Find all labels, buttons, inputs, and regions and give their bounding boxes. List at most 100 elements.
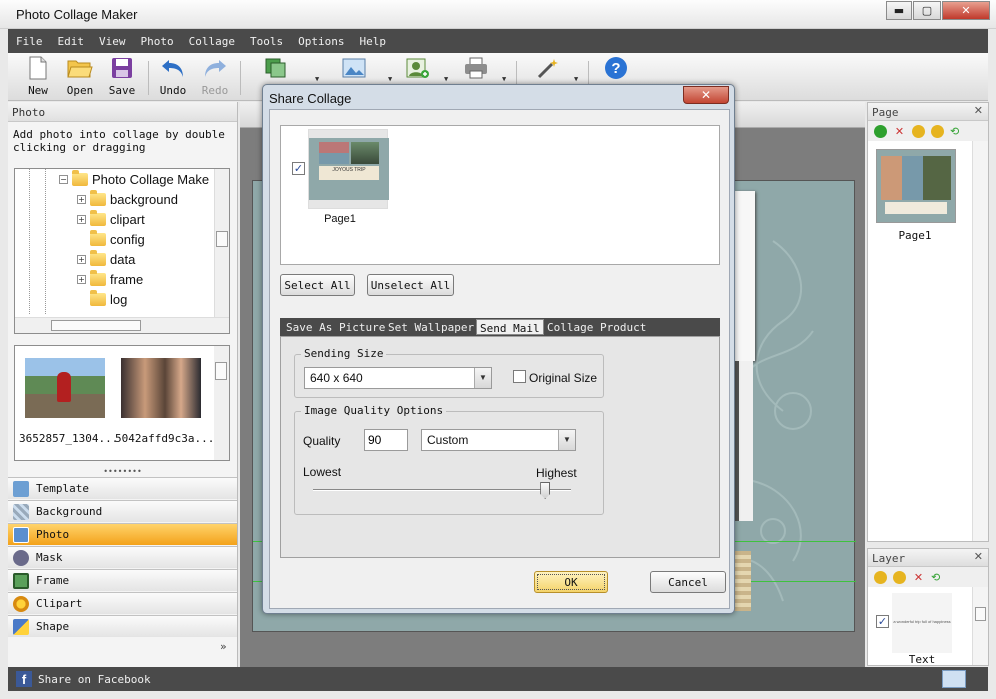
cancel-button[interactable]: Cancel (650, 571, 726, 593)
magic-wand-icon (535, 55, 561, 81)
original-size-checkbox[interactable] (513, 370, 526, 383)
tab-save-as-picture[interactable]: Save As Picture (286, 321, 385, 334)
tree-item-log[interactable]: log (90, 289, 127, 309)
vertical-scrollbar[interactable] (972, 587, 988, 665)
delete-page-icon[interactable]: ✕ (893, 125, 906, 138)
move-up-icon[interactable] (912, 124, 925, 138)
tab-strip: Save As Picture Set Wallpaper Send Mail … (280, 318, 720, 336)
maximize-button[interactable]: ▢ (913, 1, 941, 20)
vertical-scrollbar[interactable] (214, 169, 229, 317)
horizontal-scrollbar[interactable] (15, 317, 229, 333)
slider-thumb[interactable] (540, 482, 551, 499)
scroll-thumb[interactable] (215, 362, 227, 380)
scroll-thumb[interactable] (216, 231, 228, 247)
dialog-close-button[interactable]: ✕ (683, 86, 729, 104)
menu-tools[interactable]: Tools (250, 35, 283, 48)
facebook-icon[interactable]: f (16, 671, 32, 687)
tree-item-frame[interactable]: + frame (77, 269, 143, 289)
add-page-icon[interactable] (874, 124, 887, 138)
quality-slider[interactable] (313, 482, 571, 499)
page1-thumbnail[interactable]: JOYOUS TRIP (308, 129, 389, 209)
photo-thumbnail[interactable] (121, 358, 201, 418)
chevron-down-icon[interactable]: ▼ (474, 368, 491, 388)
chat-icon[interactable] (942, 670, 966, 688)
menu-view[interactable]: View (99, 35, 126, 48)
nav-frame[interactable]: Frame (8, 569, 237, 591)
minimize-button[interactable]: ▬ (886, 1, 912, 20)
refresh-icon[interactable]: ⟲ (950, 125, 963, 138)
share-facebook-link[interactable]: Share on Facebook (38, 673, 151, 686)
tree-item-background[interactable]: + background (77, 189, 178, 209)
unselect-all-button[interactable]: Unselect All (367, 274, 454, 296)
dropdown-arrow-icon[interactable]: ▼ (388, 75, 392, 83)
nav-shape[interactable]: Shape (8, 615, 237, 637)
nav-template[interactable]: Template (8, 477, 237, 499)
page1-checkbox[interactable]: ✓ (292, 162, 305, 175)
move-up-icon[interactable] (874, 570, 887, 584)
menu-file[interactable]: File (16, 35, 43, 48)
dropdown-arrow-icon[interactable]: ▼ (315, 75, 319, 83)
nav-mask[interactable]: Mask (8, 546, 237, 568)
tree-item-clipart[interactable]: + clipart (77, 209, 145, 229)
layer-preview[interactable]: a wonderful trip full of happiness (892, 593, 952, 653)
save-button[interactable]: Save (102, 55, 142, 99)
page-label: Page1 (898, 229, 932, 242)
nav-background[interactable]: Background (8, 500, 237, 522)
splitter-grip[interactable]: •••••••• (8, 468, 237, 477)
vertical-scrollbar[interactable] (972, 141, 988, 541)
quality-input[interactable] (364, 429, 408, 451)
delete-layer-icon[interactable]: ✕ (912, 571, 925, 584)
more-nav-button[interactable]: » (220, 640, 227, 653)
chevron-down-icon[interactable]: ▼ (558, 430, 575, 450)
expand-icon[interactable]: + (77, 254, 86, 264)
nav-photo[interactable]: Photo (8, 523, 237, 545)
ok-button[interactable]: OK (534, 571, 608, 593)
close-icon[interactable]: ✕ (974, 550, 983, 563)
dropdown-arrow-icon[interactable]: ▼ (574, 75, 578, 83)
quality-preset-select[interactable]: Custom ▼ (421, 429, 576, 451)
menu-collage[interactable]: Collage (189, 35, 235, 48)
vertical-scrollbar[interactable] (214, 346, 229, 460)
move-down-icon[interactable] (893, 570, 906, 584)
title-bar: Photo Collage Maker ▬ ▢ ✕ (0, 0, 996, 29)
tab-set-wallpaper[interactable]: Set Wallpaper (388, 321, 474, 334)
close-icon[interactable]: ✕ (974, 104, 983, 117)
select-all-button[interactable]: Select All (280, 274, 355, 296)
undo-button[interactable]: Undo (153, 55, 193, 99)
new-button[interactable]: New (18, 55, 58, 99)
expand-icon[interactable]: + (77, 214, 86, 224)
nav-clipart[interactable]: Clipart (8, 592, 237, 614)
folder-tree[interactable]: − Photo Collage Make + background + clipart… (14, 168, 230, 334)
tree-item-data[interactable]: + data (77, 249, 135, 269)
tab-collage-product[interactable]: Collage Product (547, 321, 646, 334)
menu-help[interactable]: Help (359, 35, 386, 48)
move-down-icon[interactable] (931, 124, 944, 138)
layer-visible-checkbox[interactable]: ✓ (876, 615, 889, 628)
photo-thumbnail[interactable] (25, 358, 105, 418)
tab-send-mail[interactable]: Send Mail (476, 319, 544, 335)
clipart-icon (13, 595, 29, 612)
dropdown-arrow-icon[interactable]: ▼ (502, 75, 506, 83)
tree-item-root[interactable]: − Photo Collage Make (59, 169, 209, 189)
sending-size-select[interactable]: 640 x 640 ▼ (304, 367, 492, 389)
redo-button[interactable]: Redo (195, 55, 235, 99)
photo-thumbnails: 3652857_1304... 5042affd9c3a... (14, 345, 230, 461)
open-button[interactable]: Open (60, 55, 100, 99)
redo-arrow-icon (202, 55, 228, 81)
refresh-icon[interactable]: ⟲ (931, 571, 944, 584)
menu-photo[interactable]: Photo (141, 35, 174, 48)
tree-item-config[interactable]: config (90, 229, 145, 249)
close-button[interactable]: ✕ (942, 1, 990, 20)
expand-icon[interactable]: + (77, 194, 86, 204)
photo-frame[interactable] (735, 191, 755, 361)
page-thumbnail[interactable] (876, 149, 956, 223)
scroll-thumb[interactable] (51, 320, 141, 331)
menu-options[interactable]: Options (298, 35, 344, 48)
expand-icon[interactable]: + (77, 274, 86, 284)
menu-edit[interactable]: Edit (58, 35, 85, 48)
thumbnail-caption: 3652857_1304... (19, 432, 119, 445)
dropdown-arrow-icon[interactable]: ▼ (444, 75, 448, 83)
scroll-thumb[interactable] (975, 607, 986, 621)
collapse-icon[interactable]: − (59, 174, 68, 184)
photo-frame[interactable] (735, 361, 753, 521)
